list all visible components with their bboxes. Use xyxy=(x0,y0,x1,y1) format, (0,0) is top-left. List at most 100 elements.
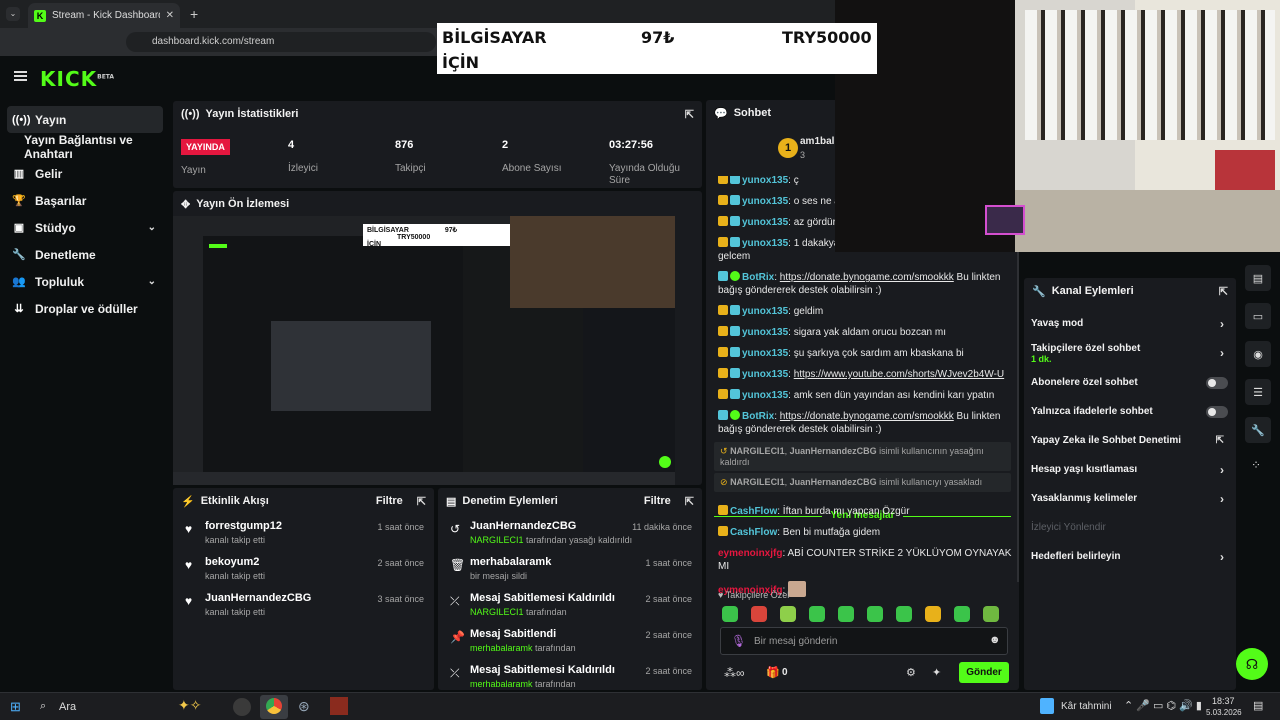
channel-actions-panel: 🔧 Kanal Eylemleri ⇱ Yavaş mod › Takipçilere… xyxy=(1024,278,1236,690)
external-link-icon: ⇱ xyxy=(1215,435,1224,446)
search-icon[interactable]: ⌕ xyxy=(40,700,46,713)
heart-icon: ♥ xyxy=(185,594,193,608)
popout-icon[interactable]: ⇱ xyxy=(417,495,426,508)
top-count: 3 xyxy=(800,150,806,160)
chat-link[interactable]: https://www.youtube.com/shorts/WJvev2b4W… xyxy=(794,369,1004,380)
chat-icon: 💬 xyxy=(714,107,728,120)
notification-icon[interactable]: ▤ xyxy=(1253,699,1263,712)
action-slow-mode[interactable]: Yavaş mod › xyxy=(1024,309,1236,338)
gift-icon[interactable]: 🎁 xyxy=(766,666,780,679)
broadcast-icon[interactable]: ◉ xyxy=(1245,341,1271,367)
wrench-icon[interactable]: 🔧 xyxy=(1245,417,1271,443)
sidebar-item-droplar[interactable]: ⇊ Droplar ve ödüller xyxy=(0,295,170,322)
activity-item: ♥ forrestgump12 kanalı takip etti 1 saat ön… xyxy=(185,520,424,545)
notes-icon[interactable]: ▤ xyxy=(1245,265,1271,291)
preview-icon: ✥ xyxy=(181,198,191,211)
action-banned-words[interactable]: Yasaklanmış kelimeler › xyxy=(1024,484,1236,513)
kick-logo[interactable]: KICKBETA xyxy=(40,67,114,91)
emoji-icon[interactable]: ☻ xyxy=(989,634,1001,646)
chat-message: yunox135: sigara yak aldam orucu bozcan … xyxy=(706,322,1019,343)
sidebar-item-stream-key[interactable]: Yayın Bağlantısı ve Anahtarı xyxy=(0,133,170,161)
layout-icon[interactable]: ☰ xyxy=(1245,379,1271,405)
community-icon: 👥 xyxy=(12,276,26,288)
panel-title: Kanal Eylemleri xyxy=(1051,285,1134,297)
chat-link[interactable]: https://donate.bynogame.com/smookkk xyxy=(780,411,954,422)
new-tab-button[interactable]: + xyxy=(190,6,198,22)
channel-points-icon[interactable]: ⁂∞ xyxy=(724,666,745,680)
wrench-icon: 🔧 xyxy=(1032,285,1046,298)
clock-date[interactable]: 5.03.2026 xyxy=(1206,708,1242,717)
chat-bubble-icon[interactable]: ▭ xyxy=(1245,303,1271,329)
sidebar-item-basarilar[interactable]: 🏆 Başarılar xyxy=(0,187,170,214)
browser-tab[interactable]: K Stream - Kick Dashboard ✕ xyxy=(28,3,180,28)
address-bar[interactable]: dashboard.kick.com/stream xyxy=(126,32,436,52)
menu-icon[interactable] xyxy=(14,71,27,81)
toggle-switch[interactable] xyxy=(1206,405,1228,418)
chat-message: CashFlow: Ben bi mutfağa gidem xyxy=(706,522,1019,543)
modlog-item: 📌 Mesaj Sabitlendi merhabalaramk tarafında… xyxy=(450,628,692,653)
chat-input[interactable]: 🎙 Bir mesaj gönderin ☻ xyxy=(720,627,1008,655)
popout-icon[interactable]: ⇱ xyxy=(685,108,694,121)
clock-time[interactable]: 18:37 xyxy=(1212,696,1235,706)
chat-message: yunox135: şu şarkıya çok sardım am kbask… xyxy=(706,343,1019,364)
stream-preview-video[interactable]: BİLGİSAYAR 97₺ TRY50000 İÇİN xyxy=(173,216,675,485)
more-icon[interactable]: ⁘ xyxy=(1251,458,1261,472)
settings-icon[interactable]: ⚙ xyxy=(906,666,916,679)
action-followers-only[interactable]: Takipçilere özel sohbet 1 dk. › xyxy=(1024,338,1236,368)
chevron-right-icon: › xyxy=(1220,316,1224,331)
toggle-switch[interactable] xyxy=(1206,376,1228,389)
sidebar: ((•)) Yayın Yayın Bağlantısı ve Anahtarı … xyxy=(0,100,170,690)
game-icon[interactable] xyxy=(330,697,348,715)
heart-icon: ♥ xyxy=(185,522,193,536)
puzzle-icon[interactable]: ✦ xyxy=(932,666,941,679)
drops-icon: ⇊ xyxy=(14,303,24,315)
action-raid: İzleyici Yönlendir xyxy=(1031,522,1106,533)
sidebar-item-gelir[interactable]: ▥ Gelir xyxy=(0,160,170,187)
new-chat-messages: CashFlow: İftan burda mı yapcan Özgür Ca… xyxy=(706,501,1019,601)
action-subscribers-only[interactable]: Abonelere özel sohbet xyxy=(1024,368,1236,397)
chrome-taskbar-button[interactable] xyxy=(260,695,288,719)
broadcast-icon: ((•)) xyxy=(181,108,200,120)
sidebar-item-topluluk[interactable]: 👥 Topluluk ⌄ xyxy=(0,268,170,295)
send-button[interactable]: Gönder xyxy=(959,662,1009,683)
bolt-icon: ⚡ xyxy=(181,495,195,508)
weather-text[interactable]: Kâr tahmini xyxy=(1061,701,1112,712)
moderation-log-panel: ▤ Denetim Eylemleri Filtre ⇱ ↺ JuanHernandez… xyxy=(438,488,702,690)
app-icon[interactable] xyxy=(233,698,251,716)
windows-start-icon[interactable]: ⊞ xyxy=(10,699,21,715)
action-emotes-only[interactable]: Yalnızca ifadelerle sohbet xyxy=(1024,397,1236,426)
broadcast-icon: ((•)) xyxy=(12,113,31,126)
chat-link[interactable]: https://donate.bynogame.com/smookkk xyxy=(780,272,954,283)
panel-title: Yayın Ön İzlemesi xyxy=(196,198,290,210)
studio-icon: ▣ xyxy=(13,222,25,234)
activity-item: ♥ bekoyum2 kanalı takip etti 2 saat önce xyxy=(185,556,424,581)
action-goals[interactable]: Hedefleri belirleyin › xyxy=(1024,542,1236,571)
sidebar-item-denetleme[interactable]: 🔧 Denetleme xyxy=(0,241,170,268)
tray-icons[interactable]: ⌃ 🎤 ▭ ⌬ 🔊 ▮ xyxy=(1124,699,1202,712)
filter-button[interactable]: Filtre xyxy=(644,495,671,507)
unpin-icon: ⤫ xyxy=(450,666,460,680)
close-tab-icon[interactable]: ✕ xyxy=(166,10,174,21)
action-ai-moderation[interactable]: Yapay Zeka ile Sohbet Denetimi ⇱ xyxy=(1024,426,1236,455)
sidebar-item-yayin[interactable]: ((•)) Yayın xyxy=(7,106,163,133)
help-icon[interactable]: ☊ xyxy=(1236,648,1268,680)
system-message: ↺ NARGILECI1, JuanHernandezCBG isimli ku… xyxy=(714,442,1011,471)
stat-viewers: 4 İzleyici xyxy=(288,139,319,174)
taskbar-search[interactable]: Ara xyxy=(59,701,76,713)
steam-icon[interactable]: ⊛ xyxy=(298,698,310,715)
sidebar-item-studyo[interactable]: ▣ Stüdyo ⌄ xyxy=(0,214,170,241)
microphone-icon[interactable]: 🎙 xyxy=(731,634,746,648)
chevron-right-icon: › xyxy=(1220,346,1224,360)
stream-stats-panel: ((•)) Yayın İstatistikleri ⇱ YAYINDA Yayın … xyxy=(173,101,702,188)
trophy-icon: 🏆 xyxy=(12,195,26,207)
filter-button[interactable]: Filtre xyxy=(376,495,403,507)
heart-icon: ♥ xyxy=(185,558,193,572)
trash-icon: 🗑 xyxy=(450,558,466,572)
popout-icon[interactable]: ⇱ xyxy=(1219,285,1228,298)
system-message: ⊘ NARGILECI1, JuanHernandezCBG isimli ku… xyxy=(714,473,1011,492)
emote-bar[interactable] xyxy=(722,606,1012,622)
chat-message: yunox135: geldim xyxy=(706,301,1019,322)
action-account-age[interactable]: Hesap yaşı kısıtlaması › xyxy=(1024,455,1236,484)
tab-list-button[interactable]: ⌄ xyxy=(6,7,20,21)
popout-icon[interactable]: ⇱ xyxy=(685,495,694,508)
